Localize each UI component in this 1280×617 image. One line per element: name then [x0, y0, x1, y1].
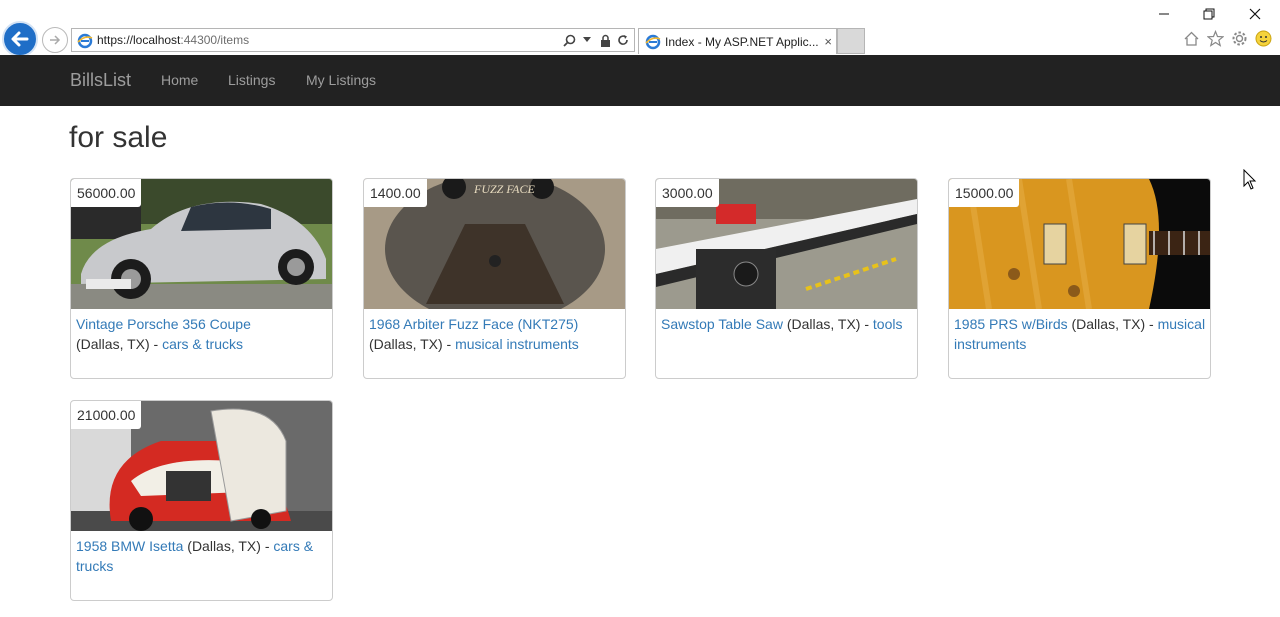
listing-card: 56000.00 Vintage Porsche 356 Coupe (Dall… — [70, 178, 333, 379]
page-title: for sale — [69, 121, 168, 154]
listing-location: (Dallas, TX) - — [1067, 316, 1158, 332]
listing-price: 21000.00 — [71, 401, 142, 429]
browser-chrome: https://localhost:44300/items Index - My… — [0, 0, 1280, 57]
restore-icon — [1203, 8, 1215, 20]
tab-title: Index - My ASP.NET Applic... — [665, 35, 819, 49]
listing-category-link[interactable]: cars & trucks — [162, 336, 243, 352]
gear-icon[interactable] — [1230, 29, 1248, 47]
listing-price: 56000.00 — [71, 179, 142, 207]
url-text: https://localhost:44300/items — [97, 33, 249, 47]
listing-card: 15000.00 1985 PRS w/Birds (Dallas, TX) -… — [948, 178, 1211, 379]
lock-icon[interactable] — [598, 32, 612, 48]
refresh-icon[interactable] — [616, 32, 630, 48]
listing-category-link[interactable]: tools — [873, 316, 903, 332]
restore-button[interactable] — [1197, 4, 1221, 24]
url-path: :44300/items — [180, 33, 250, 47]
ie-logo-icon — [77, 33, 93, 54]
browser-tab[interactable]: Index - My ASP.NET Applic... × — [638, 28, 837, 54]
site-navbar: BillsList Home Listings My Listings — [0, 55, 1280, 106]
listing-location: (Dallas, TX) - — [369, 336, 456, 352]
svg-text:FUZZ FACE: FUZZ FACE — [473, 182, 535, 196]
arrow-left-icon — [11, 31, 29, 47]
nav-link-home[interactable]: Home — [161, 72, 198, 88]
listing-title-link[interactable]: Vintage Porsche 356 Coupe — [76, 316, 251, 332]
close-icon — [1249, 8, 1261, 20]
listing-card: 21000.00 1958 BMW Isetta (Dallas, TX) - … — [70, 400, 333, 601]
listing-title-link[interactable]: 1958 BMW Isetta — [76, 538, 183, 554]
listing-price: 3000.00 — [656, 179, 719, 207]
listing-price: 15000.00 — [949, 179, 1020, 207]
minimize-button[interactable] — [1152, 4, 1176, 24]
mouse-cursor-icon — [1243, 169, 1257, 190]
arrow-right-icon — [50, 35, 61, 45]
home-icon[interactable] — [1182, 29, 1200, 47]
chevron-down-icon[interactable] — [580, 32, 594, 48]
forward-button[interactable] — [42, 27, 68, 53]
listing-category-link[interactable]: musical instruments — [455, 336, 579, 352]
minimize-icon — [1159, 13, 1169, 15]
search-icon[interactable] — [562, 32, 576, 48]
listing-title-link[interactable]: Sawstop Table Saw — [661, 316, 783, 332]
listing-location: (Dallas, TX) - — [183, 538, 274, 554]
listing-info: 1968 Arbiter Fuzz Face (NKT275) (Dallas,… — [369, 314, 621, 354]
nav-link-my-listings[interactable]: My Listings — [306, 72, 376, 88]
close-window-button[interactable] — [1243, 4, 1267, 24]
listing-title-link[interactable]: 1985 PRS w/Birds — [954, 316, 1068, 332]
listing-info: 1985 PRS w/Birds (Dallas, TX) - musical … — [954, 314, 1206, 354]
address-bar[interactable]: https://localhost:44300/items — [71, 28, 635, 52]
listing-card: 3000.00 Sawstop Table Saw (Dallas, TX) -… — [655, 178, 918, 379]
brand-link[interactable]: BillsList — [70, 70, 131, 91]
nav-link-listings[interactable]: Listings — [228, 72, 275, 88]
smiley-feedback-icon[interactable] — [1254, 29, 1272, 47]
listing-location: (Dallas, TX) - — [76, 336, 163, 352]
listing-card: FUZZ FACE 1400.00 1968 Arbiter Fuzz Face… — [363, 178, 626, 379]
listing-info: Sawstop Table Saw (Dallas, TX) - tools — [661, 314, 913, 334]
listing-title-link[interactable]: 1968 Arbiter Fuzz Face (NKT275) — [369, 316, 578, 332]
listing-price: 1400.00 — [364, 179, 427, 207]
listing-info: Vintage Porsche 356 Coupe (Dallas, TX) -… — [76, 314, 328, 354]
back-button[interactable] — [2, 21, 38, 57]
listing-location: (Dallas, TX) - — [782, 316, 873, 332]
close-tab-icon[interactable]: × — [824, 34, 832, 49]
url-host: https://localhost — [97, 33, 181, 47]
ie-logo-icon — [645, 34, 661, 55]
new-tab-button[interactable] — [837, 28, 865, 54]
favorites-star-icon[interactable] — [1206, 29, 1224, 47]
listing-info: 1958 BMW Isetta (Dallas, TX) - cars & tr… — [76, 536, 328, 576]
